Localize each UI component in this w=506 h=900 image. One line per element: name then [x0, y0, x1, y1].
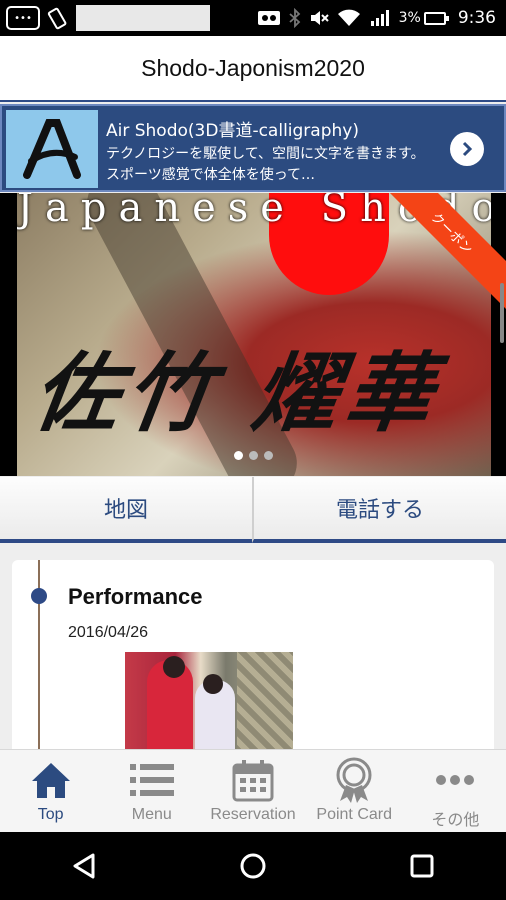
bottom-nav: Top Menu Reservation Point Card その他 — [0, 749, 506, 832]
home-icon — [29, 758, 73, 802]
calligraphy-a-logo-icon — [6, 110, 98, 188]
call-button[interactable]: 電話する — [252, 477, 506, 543]
back-icon[interactable] — [71, 852, 97, 880]
bluetooth-icon — [288, 8, 300, 28]
app-header: Shodo-Japonism2020 — [0, 36, 506, 102]
nav-label: その他 — [431, 812, 480, 829]
award-badge-icon — [332, 757, 376, 803]
status-bar: ••• 3% 9:36 — [0, 0, 506, 36]
action-bar: 地図 電話する — [0, 477, 506, 543]
timeline-card[interactable]: Performance 2016/04/26 — [12, 560, 494, 770]
clock: 9:36 — [457, 8, 496, 28]
list-icon — [128, 758, 176, 802]
nav-label: Menu — [131, 806, 172, 823]
nav-label: Top — [37, 806, 64, 823]
cassette-icon — [257, 11, 280, 25]
system-nav-bar — [0, 832, 506, 900]
battery-percent: 3% — [398, 10, 421, 26]
slide-dot[interactable] — [248, 451, 258, 460]
post-date: 2016/04/26 — [68, 624, 149, 641]
signal-icon — [370, 10, 389, 26]
wifi-icon — [337, 9, 360, 26]
slide-dot[interactable] — [233, 451, 243, 460]
notification-chip-icon: ••• — [6, 6, 40, 30]
nav-item-menu[interactable]: Menu — [101, 750, 202, 832]
ad-banner[interactable]: Air Shodo(3D書道-calligraphy) テクノロジーを駆使して、… — [0, 104, 506, 192]
recents-icon[interactable] — [409, 853, 435, 879]
mute-icon — [310, 11, 329, 25]
calendar-icon — [231, 758, 275, 802]
post-title: Performance — [68, 584, 203, 609]
phone-rotate-icon — [47, 7, 67, 30]
nav-item-point-card[interactable]: Point Card — [304, 750, 405, 832]
map-button[interactable]: 地図 — [0, 477, 252, 543]
ad-description: テクノロジーを駆使して、空間に文字を書きます。スポーツ感覚で体全体を使って… — [106, 146, 425, 183]
ad-title: Air Shodo(3D書道-calligraphy) — [106, 121, 359, 141]
home-circle-icon[interactable] — [239, 852, 267, 880]
nav-item-top[interactable]: Top — [0, 750, 101, 832]
nav-item-reservation[interactable]: Reservation — [202, 750, 303, 832]
slide-dot[interactable] — [263, 451, 273, 460]
battery-charging-icon — [423, 11, 449, 25]
nav-item-more[interactable]: その他 — [405, 750, 506, 832]
scrollbar[interactable] — [500, 283, 504, 343]
slide-indicator — [0, 451, 506, 460]
chevron-right-icon[interactable] — [450, 132, 484, 166]
nav-label: Point Card — [316, 806, 392, 823]
more-dots-icon — [435, 758, 475, 802]
page-title: Shodo-Japonism2020 — [141, 54, 365, 81]
status-placeholder — [76, 5, 210, 31]
hero-image: Japanese Shodo 佐竹 燿華 — [17, 193, 491, 476]
hero-slider[interactable]: Japanese Shodo 佐竹 燿華 クーポン — [0, 193, 506, 476]
nav-label: Reservation — [210, 806, 296, 823]
hero-calligraphy: 佐竹 燿華 — [26, 343, 445, 444]
timeline-dot — [31, 588, 47, 604]
